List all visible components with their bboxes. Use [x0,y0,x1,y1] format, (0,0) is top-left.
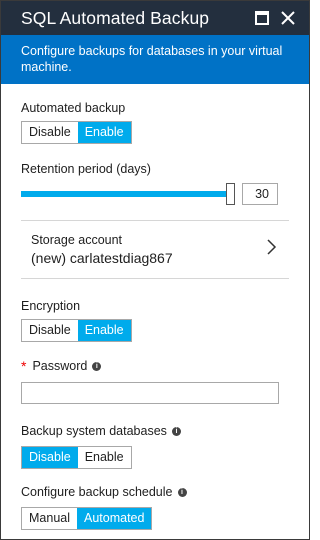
info-banner: Configure backups for databases in your … [1,35,309,84]
password-label: Password [32,359,88,373]
backup-system-db-disable-option[interactable]: Disable [22,447,78,468]
encryption-toggle: Disable Enable [21,319,132,342]
maximize-icon[interactable] [249,5,275,31]
backup-schedule-manual-option[interactable]: Manual [22,508,77,529]
automated-backup-enable-option[interactable]: Enable [77,122,131,143]
blade: SQL Automated Backup Configure backups f… [0,0,310,540]
retention-slider[interactable] [21,183,235,205]
backup-system-db-label: Backup system databases [21,424,167,438]
automated-backup-disable-option[interactable]: Disable [22,122,78,143]
encryption-enable-option[interactable]: Enable [77,320,131,341]
info-icon[interactable]: i [177,487,187,497]
retention-value-input[interactable]: 30 [242,183,278,205]
info-icon[interactable]: i [92,361,102,371]
storage-account-label: Storage account [31,233,123,247]
backup-schedule-label-row: Configure backup schedule i [21,485,289,499]
close-icon[interactable] [275,5,301,31]
encryption-disable-option[interactable]: Disable [22,320,78,341]
backup-system-db-label-row: Backup system databases i [21,424,289,438]
required-marker: * [21,358,27,374]
chevron-right-icon[interactable] [263,239,279,260]
title-bar: SQL Automated Backup [1,1,309,35]
password-input[interactable] [21,382,279,404]
password-label-row: * Password i [21,358,289,374]
automated-backup-toggle: Disable Enable [21,121,132,144]
backup-system-db-enable-option[interactable]: Enable [77,447,131,468]
backup-system-db-toggle: Disable Enable [21,446,132,469]
storage-account-selector[interactable]: Storage account (new) carlatestdiag867 [21,221,289,278]
divider-bottom [21,278,289,279]
backup-schedule-label: Configure backup schedule [21,485,173,499]
automated-backup-label: Automated backup [21,101,126,115]
retention-slider-track [21,191,229,197]
info-icon[interactable]: i [171,426,181,436]
backup-schedule-automated-option[interactable]: Automated [77,508,152,529]
blade-title: SQL Automated Backup [21,7,210,28]
encryption-label: Encryption [21,299,81,313]
retention-slider-row: 30 [21,183,289,205]
storage-account-value: (new) carlatestdiag867 [31,250,173,266]
retention-slider-handle[interactable] [226,183,235,205]
backup-schedule-toggle: Manual Automated [21,507,153,530]
retention-label: Retention period (days) [21,162,151,176]
